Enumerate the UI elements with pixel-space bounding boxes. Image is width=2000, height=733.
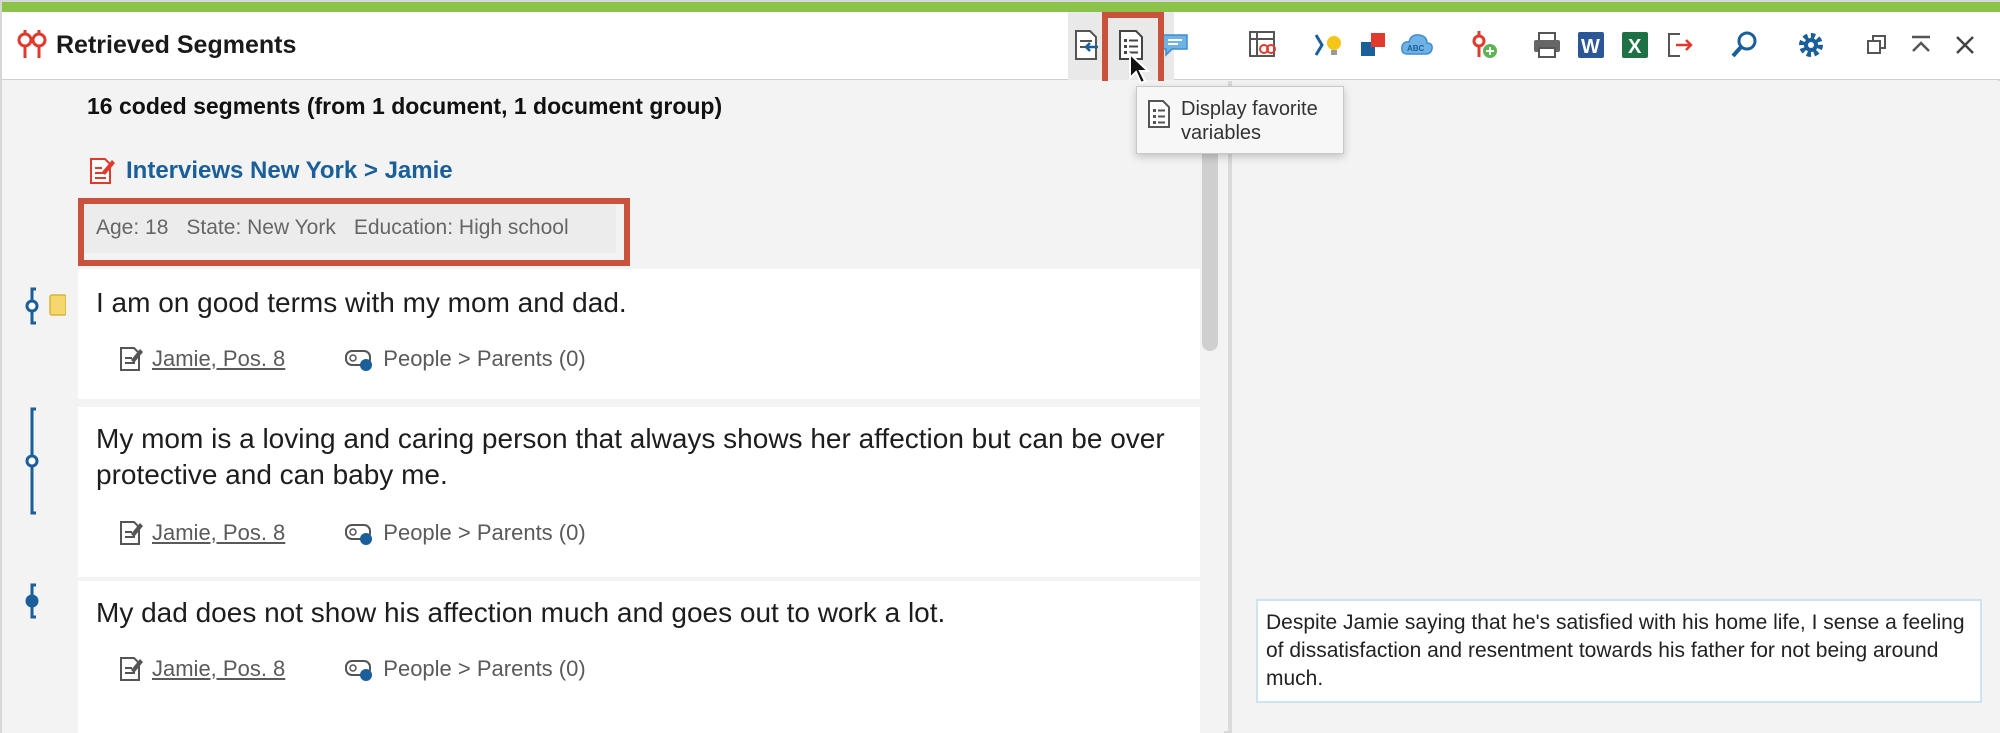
segment-text: I am on good terms with my mom and dad. bbox=[96, 287, 627, 318]
segment-bracket-1[interactable] bbox=[22, 285, 66, 327]
settings-icon[interactable] bbox=[1788, 22, 1834, 68]
color-codes-icon[interactable] bbox=[1350, 22, 1396, 68]
code-reference: People > Parents (0) bbox=[383, 346, 586, 371]
code-reference: People > Parents (0) bbox=[383, 656, 586, 681]
list-item[interactable]: I am on good terms with my mom and dad. … bbox=[78, 269, 1200, 399]
accent-bar bbox=[2, 2, 2000, 12]
code-tag-icon bbox=[345, 350, 373, 371]
segment-text: My dad does not show his affection much … bbox=[96, 597, 946, 628]
close-icon[interactable] bbox=[1942, 22, 1988, 68]
tooltip-text: Display favorite variables bbox=[1181, 98, 1318, 144]
document-reference-link[interactable]: Jamie, Pos. 8 bbox=[152, 520, 285, 546]
window-title: Retrieved Segments bbox=[56, 31, 297, 59]
variable-state: State: New York bbox=[186, 216, 336, 239]
collapse-icon[interactable] bbox=[1898, 22, 1944, 68]
vertical-scrollbar[interactable] bbox=[1202, 147, 1218, 351]
document-icon bbox=[120, 521, 143, 545]
document-link[interactable]: Interviews New York > Jamie bbox=[126, 157, 453, 185]
list-item[interactable]: My mom is a loving and caring person tha… bbox=[78, 407, 1200, 577]
print-icon[interactable] bbox=[1524, 22, 1570, 68]
word-cloud-icon[interactable]: ABC bbox=[1394, 22, 1440, 68]
segment-bracket-3[interactable] bbox=[22, 581, 46, 621]
retrieved-segments-window: Retrieved Segments ABC W X 16 coded segm… bbox=[0, 0, 2000, 733]
export-to-document-icon[interactable] bbox=[1064, 22, 1110, 68]
tooltip: Display favorite variables bbox=[1136, 86, 1344, 154]
segment-meta: Jamie, Pos. 8 People > Parents (0) bbox=[118, 519, 586, 547]
svg-text:W: W bbox=[1581, 36, 1600, 58]
code-tag-icon bbox=[345, 660, 373, 681]
svg-text:X: X bbox=[1628, 36, 1642, 58]
document-icon bbox=[120, 657, 143, 681]
segment-meta: Jamie, Pos. 8 People > Parents (0) bbox=[118, 345, 586, 373]
memo-text[interactable]: Despite Jamie saying that he's satisfied… bbox=[1256, 599, 1982, 703]
export-icon[interactable] bbox=[1656, 22, 1702, 68]
word-export-icon[interactable]: W bbox=[1568, 22, 1614, 68]
excel-export-icon[interactable]: X bbox=[1612, 22, 1658, 68]
document-reference-link[interactable]: Jamie, Pos. 8 bbox=[152, 656, 285, 682]
code-matrix-icon[interactable] bbox=[1240, 22, 1286, 68]
add-code-icon[interactable] bbox=[1460, 22, 1506, 68]
document-icon bbox=[90, 158, 115, 184]
undock-icon[interactable] bbox=[1854, 22, 1900, 68]
segment-text: My mom is a loving and caring person tha… bbox=[96, 423, 1165, 490]
comments-icon[interactable] bbox=[1152, 22, 1198, 68]
variable-age: Age: 18 bbox=[96, 216, 169, 239]
titlebar: Retrieved Segments ABC W X bbox=[2, 12, 2000, 80]
smart-coding-icon[interactable] bbox=[1306, 22, 1352, 68]
list-item[interactable]: My dad does not show his affection much … bbox=[78, 581, 1200, 733]
mouse-pointer-icon bbox=[1129, 52, 1151, 85]
document-reference-link[interactable]: Jamie, Pos. 8 bbox=[152, 346, 285, 372]
favorite-variables-box: Age: 18 State: New York Education: High … bbox=[84, 203, 616, 253]
retrieved-segments-logo-icon bbox=[17, 30, 47, 58]
code-tag-icon bbox=[345, 524, 373, 545]
code-reference: People > Parents (0) bbox=[383, 520, 586, 545]
document-header: Interviews New York > Jamie bbox=[88, 153, 453, 189]
search-icon[interactable] bbox=[1722, 22, 1768, 68]
svg-text:ABC: ABC bbox=[1407, 44, 1425, 53]
segments-pane: 16 coded segments (from 1 document, 1 do… bbox=[2, 81, 1224, 733]
variable-education: Education: High school bbox=[353, 216, 569, 239]
document-icon bbox=[120, 347, 143, 371]
segment-bracket-2[interactable] bbox=[22, 405, 46, 517]
segments-summary: 16 coded segments (from 1 document, 1 do… bbox=[87, 93, 723, 119]
memo-pane: Despite Jamie saying that he's satisfied… bbox=[1232, 81, 2000, 733]
segment-meta: Jamie, Pos. 8 People > Parents (0) bbox=[118, 655, 586, 683]
display-favorite-variables-icon bbox=[1148, 100, 1170, 128]
